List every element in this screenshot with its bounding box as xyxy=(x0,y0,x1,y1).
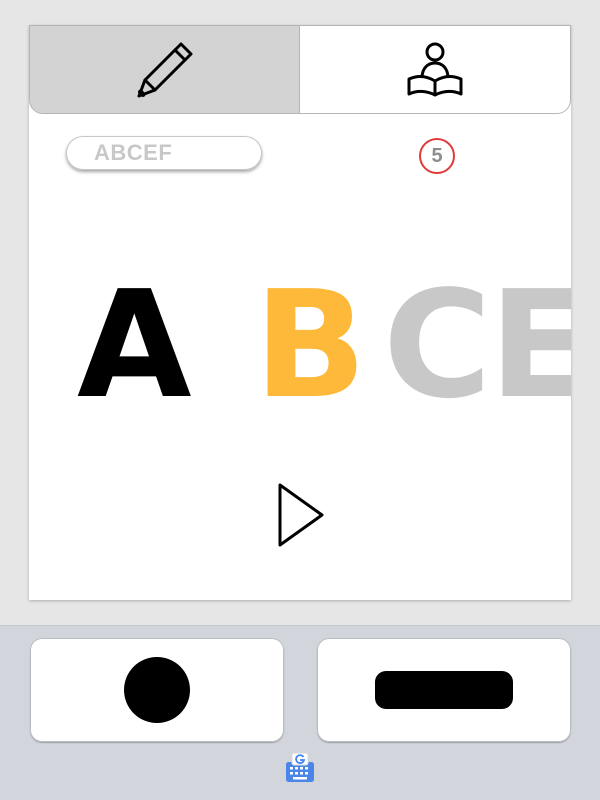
dot-icon xyxy=(124,657,190,723)
tab-learn[interactable] xyxy=(299,25,571,114)
tab-write[interactable] xyxy=(29,25,300,114)
dash-icon xyxy=(375,671,513,709)
word-field[interactable]: ABCEF xyxy=(66,136,262,170)
dot-key[interactable] xyxy=(30,638,284,742)
morse-keyboard xyxy=(0,625,600,800)
letter-e: E xyxy=(489,280,571,410)
count-badge: 5 xyxy=(419,138,455,174)
gboard-keyboard-icon xyxy=(286,753,314,782)
mode-tabs xyxy=(29,25,571,115)
morse-app-card: ABCEF 5 A B C E xyxy=(29,25,571,600)
play-icon xyxy=(278,483,324,547)
letter-b: B xyxy=(254,280,367,410)
word-text: ABCEF xyxy=(94,140,173,165)
count-value: 5 xyxy=(431,144,443,167)
pencil-icon xyxy=(137,42,192,97)
letter-display: A B C E xyxy=(29,280,571,410)
letter-a: A xyxy=(77,280,192,410)
reading-person-icon xyxy=(407,42,463,96)
keyboard-switch-button[interactable] xyxy=(284,753,316,785)
dash-key[interactable] xyxy=(317,638,571,742)
letter-c: C xyxy=(383,280,492,410)
play-button[interactable] xyxy=(273,480,329,550)
